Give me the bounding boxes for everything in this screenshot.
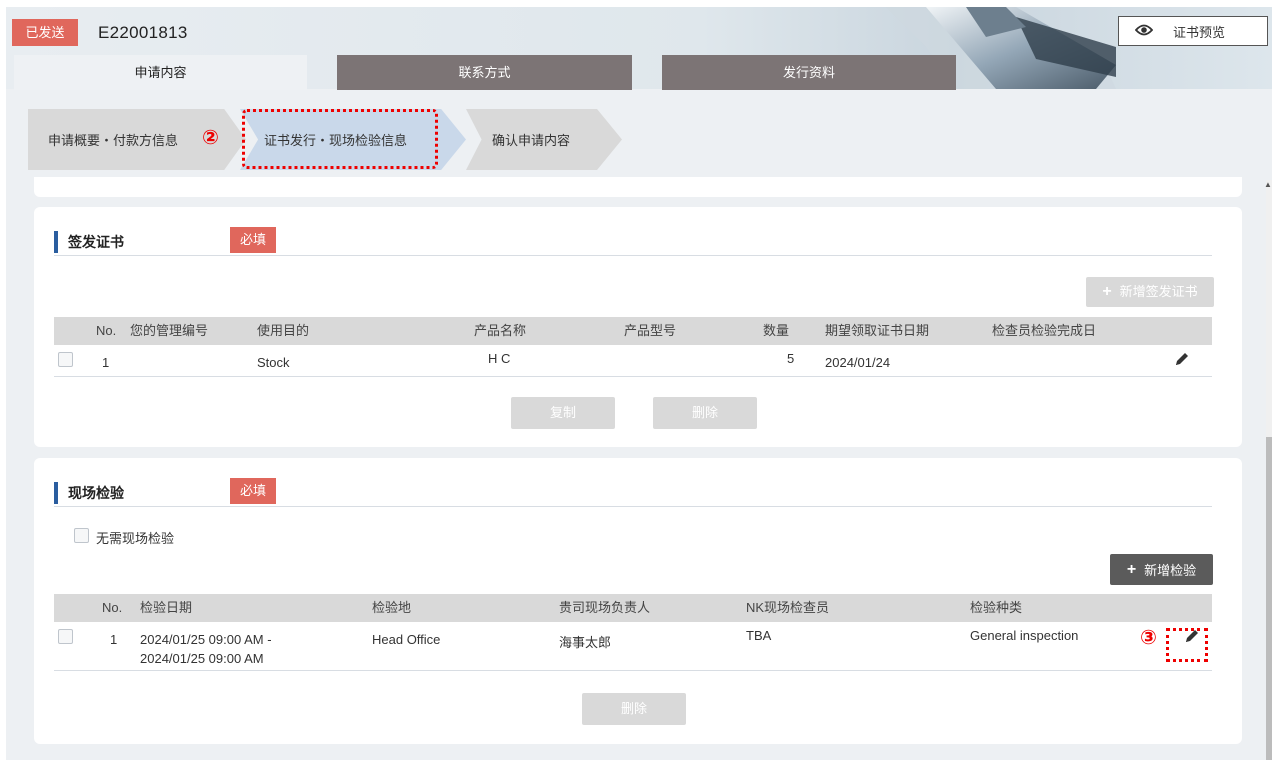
row-date-end: 2024/01/25 09:00 AM [140, 651, 264, 666]
step-confirm[interactable]: 确认申请内容 [466, 109, 622, 170]
certificate-table-header: No. 您的管理编号 使用目的 产品名称 产品型号 数量 期望领取证书日期 检查… [54, 317, 1212, 345]
column-header: 产品型号 [624, 323, 677, 338]
row-type: General inspection [970, 628, 1079, 643]
annotation-highlight-step2 [242, 109, 438, 169]
header: 已发送 E22001813 证书预览 申请内容 联系方式 发行资料 [6, 7, 1272, 90]
tab-issue-data[interactable]: 发行资料 [662, 55, 956, 90]
no-inspection-checkbox[interactable] [74, 528, 89, 543]
tab-application-content[interactable]: 申请内容 [14, 55, 307, 90]
section-title: 现场检验 [54, 482, 124, 504]
required-badge: 必填 [230, 478, 276, 504]
page: 已发送 E22001813 证书预览 申请内容 联系方式 发行资料 申请概要・付… [6, 7, 1272, 760]
certificate-preview-button[interactable]: 证书预览 [1118, 16, 1268, 46]
delete-inspection-button[interactable]: 删除 [582, 693, 686, 725]
annotation-number-2: ② [202, 125, 219, 149]
certificate-preview-label: 证书预览 [1173, 24, 1226, 40]
section-divider [54, 255, 1212, 256]
inspection-section: 现场检验 必填 无需现场检验 + 新增检验 No. 检验日期 检验地 贵司现场负责… [34, 458, 1242, 744]
edit-icon[interactable] [1174, 351, 1190, 370]
scroll-up-arrow-icon[interactable]: ▲ [1264, 180, 1272, 189]
column-header: 期望领取证书日期 [825, 323, 930, 338]
column-header: No. [96, 323, 117, 338]
row-date-start: 2024/01/25 09:00 AM - [140, 632, 272, 647]
add-inspection-button[interactable]: + 新增检验 [1110, 554, 1213, 585]
eye-icon [1134, 24, 1154, 39]
row-checkbox[interactable] [58, 629, 73, 644]
row-purpose: Stock [257, 355, 290, 370]
row-desired-date: 2024/01/24 [825, 355, 891, 370]
row-inspector: TBA [746, 628, 772, 643]
column-header: 数量 [763, 323, 790, 338]
row-no: 1 [102, 355, 110, 370]
add-certificate-button[interactable]: + 新增签发证书 [1086, 277, 1214, 307]
tab-contact-info[interactable]: 联系方式 [337, 55, 632, 90]
column-header: 使用目的 [257, 323, 310, 338]
delete-certificate-button[interactable]: 删除 [653, 397, 757, 429]
application-id: E22001813 [98, 23, 188, 42]
copy-button[interactable]: 复制 [511, 397, 615, 429]
row-quantity: 5 [787, 351, 795, 366]
section-title: 签发证书 [54, 231, 124, 253]
plus-icon: + [1102, 283, 1112, 300]
column-header: No. [102, 600, 123, 615]
table-row: 1 Stock H C 5 2024/01/24 [54, 345, 1212, 377]
column-header: 产品名称 [474, 323, 527, 338]
add-inspection-label: 新增检验 [1144, 563, 1197, 578]
row-checkbox[interactable] [58, 352, 73, 367]
column-header: 检验地 [372, 600, 412, 615]
column-header: 贵司现场负责人 [559, 600, 651, 615]
inspection-table-header: No. 检验日期 检验地 贵司现场负责人 NK现场检查员 检验种类 [54, 594, 1212, 622]
row-product-name: H C [488, 351, 511, 366]
column-header: 检验种类 [970, 600, 1023, 615]
annotation-number-3: ③ [1140, 625, 1157, 649]
column-header: 检查员检验完成日 [992, 323, 1097, 338]
no-inspection-label: 无需现场检验 [96, 531, 175, 546]
section-divider [54, 506, 1212, 507]
column-header: 您的管理编号 [130, 323, 209, 338]
plus-icon: + [1126, 560, 1137, 578]
scrollbar-thumb[interactable] [1266, 437, 1272, 760]
certificate-section: 签发证书 必填 + 新增签发证书 No. 您的管理编号 使用目的 产品名称 产品型… [34, 207, 1242, 447]
column-header: 检验日期 [140, 600, 193, 615]
annotation-highlight-edit [1166, 628, 1208, 662]
required-badge: 必填 [230, 227, 276, 253]
row-place: Head Office [372, 632, 441, 647]
step-label: 申请概要・付款方信息 [48, 133, 179, 148]
row-person: 海事太郎 [559, 635, 612, 650]
row-no: 1 [110, 632, 118, 647]
column-header: NK现场检查员 [746, 600, 830, 615]
table-row: 1 2024/01/25 09:00 AM - 2024/01/25 09:00… [54, 622, 1212, 671]
previous-section-card [34, 177, 1242, 197]
add-certificate-label: 新增签发证书 [1119, 284, 1198, 299]
status-badge: 已发送 [12, 19, 78, 46]
step-label: 确认申请内容 [492, 133, 571, 148]
